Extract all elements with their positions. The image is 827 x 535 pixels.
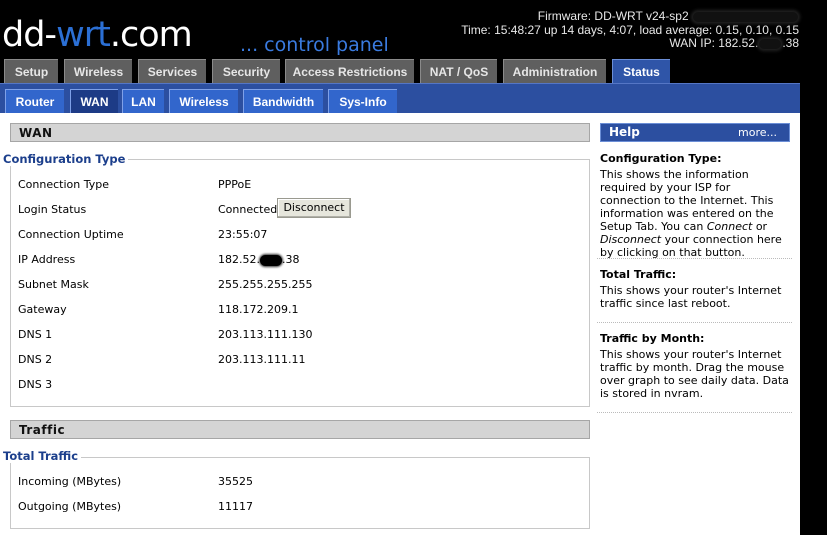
tab-security[interactable]: Security [212,59,280,83]
subtab-router[interactable]: Router [5,89,64,113]
router-info: Firmware: DD-WRT v24-sp2 Time: 15:48:27 … [419,9,799,51]
redacted-blot [693,11,798,22]
right-edge [800,83,827,535]
wan-section-header: WAN [10,123,590,142]
tab-services[interactable]: Services [138,59,206,83]
help-header: Help more... [600,123,790,142]
traffic-section-header: Traffic [10,420,590,439]
help-more-link[interactable]: more... [738,124,777,141]
help-divider [597,412,792,413]
tab-administration[interactable]: Administration [503,59,606,83]
tab-wireless[interactable]: Wireless [64,59,132,83]
main-content: WAN Configuration Type Connection Type P… [0,113,800,535]
tab-setup[interactable]: Setup [4,59,58,83]
help-divider [597,322,792,323]
redacted-blot [759,38,782,49]
help-total-traffic: Total Traffic: This shows your router's … [600,268,782,310]
time-line: Time: 15:48:27 up 14 days, 4:07, load av… [461,22,799,37]
help-traffic-by-month: Traffic by Month: This shows your router… [600,332,789,400]
help-title: Help [609,125,640,139]
total-traffic-fieldset [10,457,590,529]
header: dd-wrt.com ... control panel Firmware: D… [0,0,827,58]
total-traffic-legend: Total Traffic [3,449,82,463]
subtab-lan[interactable]: LAN [122,89,164,113]
subtab-wireless[interactable]: Wireless [169,89,238,113]
subtab-wan[interactable]: WAN [70,89,118,113]
tab-access-restrictions[interactable]: Access Restrictions [285,59,414,83]
disconnect-button[interactable]: Disconnect [277,198,351,218]
subtab-sys-info[interactable]: Sys-Info [328,89,397,113]
control-panel-title: ... control panel [240,34,389,56]
sub-tab-bar: Router WAN LAN Wireless Bandwidth Sys-In… [0,83,800,113]
wan-ip-line: WAN IP: 182.52. .38 [669,36,799,50]
redacted-blot [260,254,282,266]
ddwrt-logo: dd-wrt.com [2,15,193,55]
subtab-bandwidth[interactable]: Bandwidth [243,89,323,113]
help-divider [597,258,792,259]
tab-nat-qos[interactable]: NAT / QoS [420,59,497,83]
main-tab-bar: Setup Wireless Services Security Access … [0,58,800,85]
tab-status[interactable]: Status [612,59,670,85]
help-config-type: Configuration Type: This shows the infor… [600,152,782,259]
firmware-line: Firmware: DD-WRT v24-sp2 [419,9,799,24]
config-type-legend: Configuration Type [3,152,129,166]
